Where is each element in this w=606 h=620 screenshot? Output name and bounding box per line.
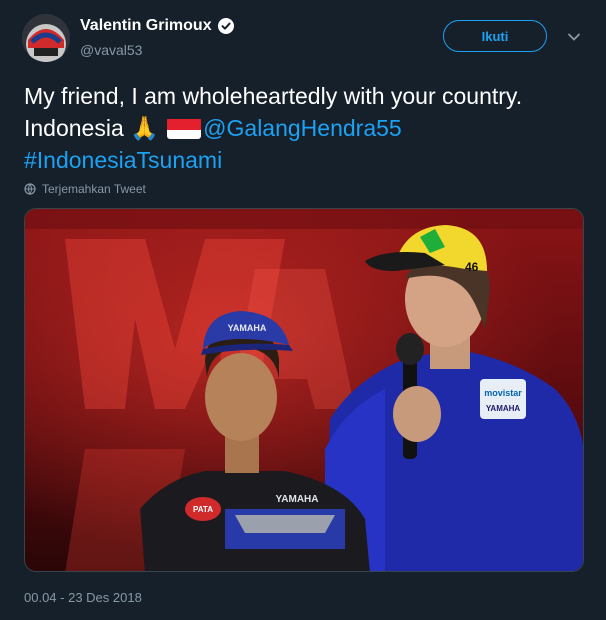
- tweet-photo[interactable]: movistar YAMAHA 46 PATA YAMAHA YAMAHA: [24, 208, 584, 572]
- tweet: Valentin Grimoux @vaval53 Ikuti My frien…: [0, 0, 606, 620]
- jacket-sponsor-text: movistar: [484, 388, 522, 398]
- user-handle[interactable]: @vaval53: [80, 42, 142, 58]
- translate-label: Terjemahkan Tweet: [42, 182, 146, 196]
- translate-tweet-link[interactable]: Terjemahkan Tweet: [24, 182, 146, 196]
- verified-badge-icon: [217, 18, 234, 34]
- cap-logo-text: YAMAHA: [228, 323, 267, 333]
- hashtag-link[interactable]: #IndonesiaTsunami: [24, 147, 222, 173]
- chevron-down-icon[interactable]: [566, 29, 582, 45]
- tweet-text: My friend, I am wholeheartedly with your…: [24, 80, 584, 176]
- jacket-logo-text: YAMAHA: [486, 404, 521, 413]
- shirt-sponsor-text: PATA: [193, 505, 213, 514]
- display-name[interactable]: Valentin Grimoux: [80, 17, 212, 35]
- indonesia-flag-icon: [167, 117, 202, 139]
- pray-emoji: 🙏: [130, 115, 159, 141]
- shirt-logo-text: YAMAHA: [276, 494, 319, 505]
- tweet-timestamp[interactable]: 00.04 - 23 Des 2018: [24, 590, 142, 605]
- follow-button[interactable]: Ikuti: [443, 20, 547, 52]
- name-row: Valentin Grimoux: [80, 17, 234, 35]
- globe-icon: [24, 183, 36, 195]
- cap-number-text: 46: [465, 260, 479, 274]
- mention-link[interactable]: @GalangHendra55: [203, 115, 402, 141]
- avatar[interactable]: [22, 14, 70, 62]
